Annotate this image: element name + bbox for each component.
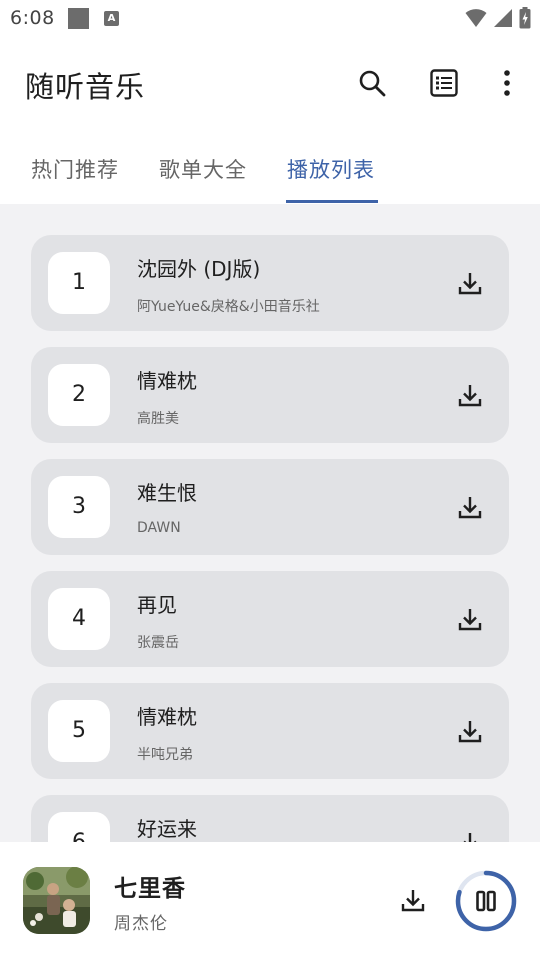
download-button[interactable] xyxy=(456,269,484,297)
now-playing-download-button[interactable] xyxy=(398,885,428,915)
playlist-button[interactable] xyxy=(426,65,462,101)
song-row[interactable]: 5 情难枕 半吨兄弟 xyxy=(31,683,509,779)
now-playing-artist: 周杰伦 xyxy=(114,914,168,934)
song-title: 再见 xyxy=(137,593,177,617)
now-playing-bar[interactable]: 七里香 周杰伦 xyxy=(0,842,540,960)
song-artist: 张震岳 xyxy=(137,635,179,651)
play-pause-button[interactable] xyxy=(454,869,518,933)
download-button[interactable] xyxy=(456,605,484,633)
download-button[interactable] xyxy=(456,829,484,842)
search-icon xyxy=(359,70,386,97)
download-icon xyxy=(458,497,482,519)
now-playing-title: 七里香 xyxy=(114,876,186,902)
download-icon xyxy=(463,833,477,842)
album-cover-art xyxy=(23,867,90,934)
more-vert-icon xyxy=(504,70,510,96)
download-icon xyxy=(458,385,482,407)
song-index: 3 xyxy=(48,476,110,538)
song-index: 5 xyxy=(48,700,110,762)
download-icon xyxy=(401,890,425,912)
song-title: 情难枕 xyxy=(137,705,197,729)
song-index: 2 xyxy=(48,364,110,426)
play-queue-list[interactable]: 1 沈园外 (DJ版) 阿YueYue&戾格&小田音乐社 2 情难枕 高胜美 3… xyxy=(0,204,540,842)
status-time: 6:08 xyxy=(10,7,55,29)
status-indicators xyxy=(465,7,531,29)
song-artist: DAWN xyxy=(137,520,181,536)
song-artist: 半吨兄弟 xyxy=(137,747,193,763)
song-index: 6 xyxy=(48,812,110,842)
song-row[interactable]: 4 再见 张震岳 xyxy=(31,571,509,667)
download-button[interactable] xyxy=(456,381,484,409)
album-cover[interactable] xyxy=(23,867,90,934)
tab-bar: 热门推荐 歌单大全 播放列表 xyxy=(0,140,540,204)
song-title: 难生恨 xyxy=(137,481,197,505)
battery-icon xyxy=(519,7,531,29)
song-title: 沈园外 (DJ版) xyxy=(137,257,261,281)
tab-playlists[interactable]: 歌单大全 xyxy=(159,154,247,184)
song-index: 1 xyxy=(48,252,110,314)
download-icon xyxy=(458,273,482,295)
song-row[interactable]: 6 好运来 xyxy=(31,795,509,842)
song-row[interactable]: 1 沈园外 (DJ版) 阿YueYue&戾格&小田音乐社 xyxy=(31,235,509,331)
tab-hot-recommend[interactable]: 热门推荐 xyxy=(31,154,119,184)
status-bar: 6:08 A xyxy=(0,0,540,38)
download-button[interactable] xyxy=(456,493,484,521)
song-title: 好运来 xyxy=(137,817,197,841)
song-artist: 阿YueYue&戾格&小田音乐社 xyxy=(137,299,320,315)
download-button[interactable] xyxy=(456,717,484,745)
tab-indicator xyxy=(286,200,378,203)
app-title: 随听音乐 xyxy=(25,70,146,104)
wifi-icon xyxy=(465,9,487,27)
screen: 6:08 A 随听音乐 热门推荐 歌单大全 播放列表 1 沈园外 (DJ版) 阿… xyxy=(0,0,540,960)
search-button[interactable] xyxy=(354,65,390,101)
pause-icon xyxy=(474,889,498,913)
download-icon xyxy=(458,609,482,631)
download-icon xyxy=(458,721,482,743)
notification-icon xyxy=(68,8,89,29)
song-row[interactable]: 2 情难枕 高胜美 xyxy=(31,347,509,443)
signal-icon xyxy=(494,9,512,27)
song-index: 4 xyxy=(48,588,110,650)
song-title: 情难枕 xyxy=(137,369,197,393)
song-row[interactable]: 3 难生恨 DAWN xyxy=(31,459,509,555)
a-badge-icon: A xyxy=(104,11,119,26)
more-options-button[interactable] xyxy=(489,65,525,101)
playlist-icon xyxy=(430,69,458,97)
app-bar: 随听音乐 xyxy=(0,40,540,130)
tab-play-queue[interactable]: 播放列表 xyxy=(287,154,375,184)
song-artist: 高胜美 xyxy=(137,411,179,427)
